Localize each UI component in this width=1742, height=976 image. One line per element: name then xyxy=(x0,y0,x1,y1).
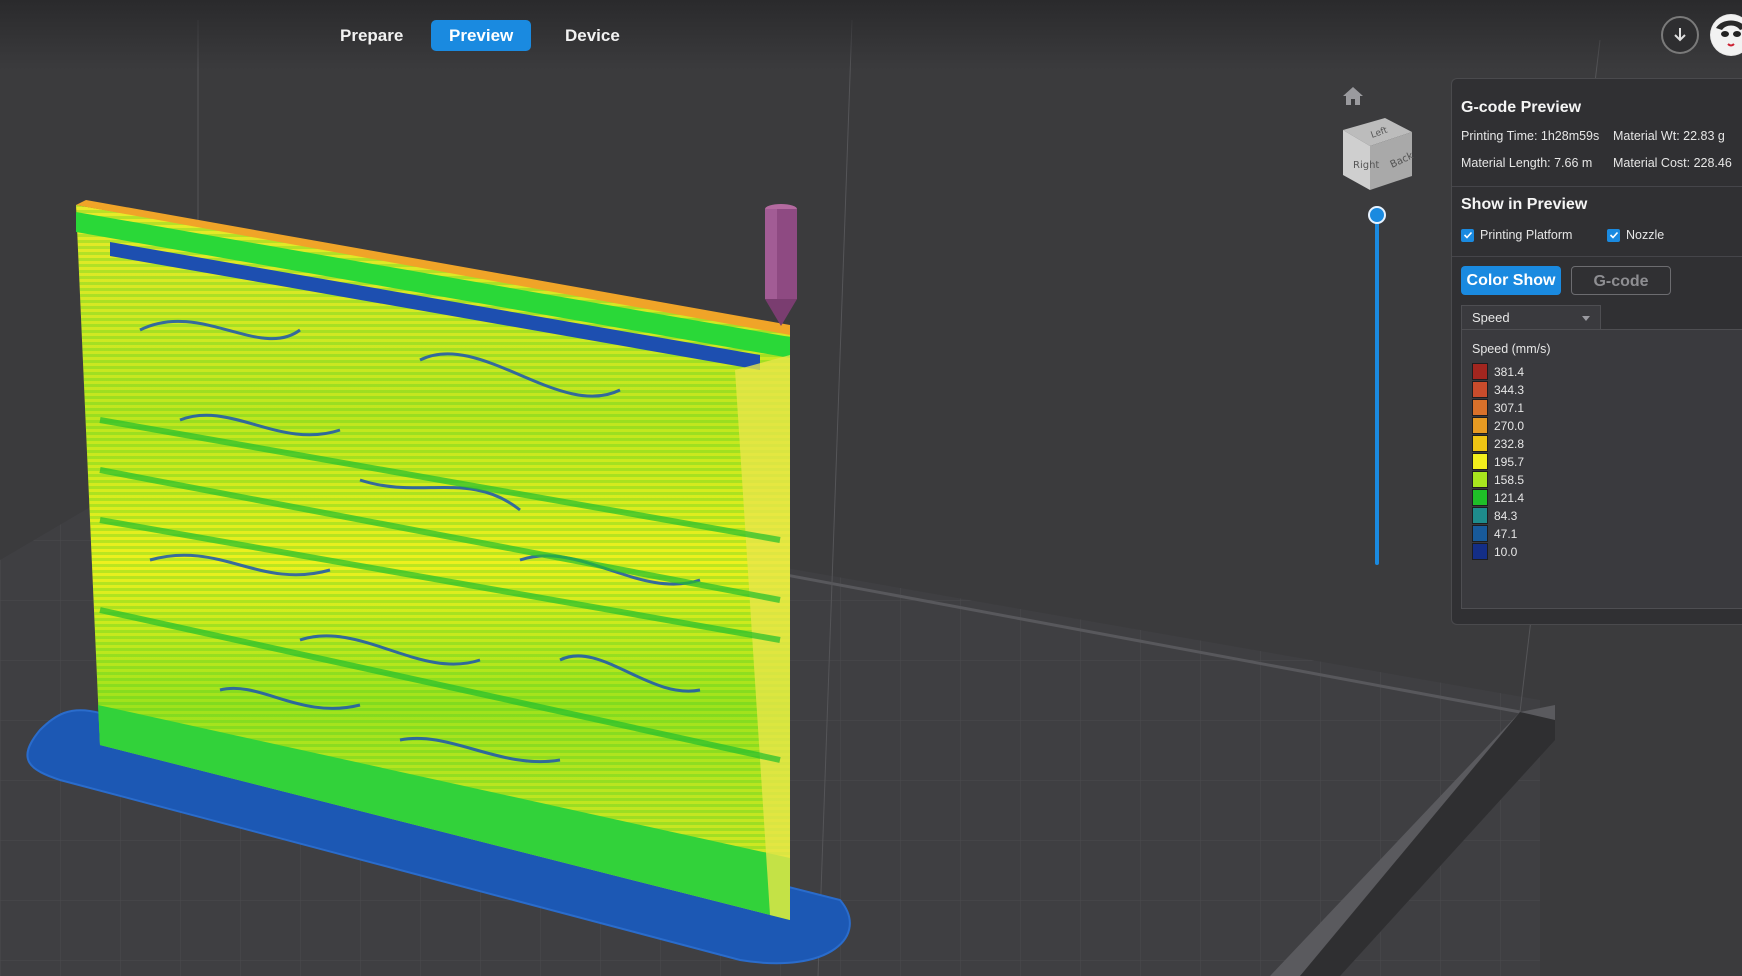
check-icon xyxy=(1607,228,1620,242)
view-cube-right[interactable]: Right xyxy=(1353,160,1379,171)
legend-item: 47.1 xyxy=(1472,525,1517,542)
legend-value: 232.8 xyxy=(1494,436,1525,451)
legend-item: 232.8 xyxy=(1472,435,1524,452)
legend-swatch xyxy=(1472,363,1488,380)
legend-value: 270.0 xyxy=(1494,418,1525,433)
printing-platform-checkbox[interactable]: Printing Platform xyxy=(1461,228,1572,242)
gcode-preview-title: G-code Preview xyxy=(1461,99,1582,116)
legend-item: 381.4 xyxy=(1472,363,1524,380)
show-in-preview-title: Show in Preview xyxy=(1461,196,1588,213)
color-show-button[interactable]: Color Show xyxy=(1461,266,1561,295)
divider xyxy=(1452,256,1742,257)
divider xyxy=(1452,186,1742,187)
legend-swatch xyxy=(1472,453,1488,470)
legend-swatch xyxy=(1472,399,1488,416)
legend-item: 270.0 xyxy=(1472,417,1524,434)
legend-item: 158.5 xyxy=(1472,471,1524,488)
printing-time: Printing Time: 1h28m59s xyxy=(1461,129,1600,143)
legend-value: 307.1 xyxy=(1494,400,1525,415)
legend-value: 381.4 xyxy=(1494,364,1525,379)
legend-swatch xyxy=(1472,417,1488,434)
gcode-preview-panel: G-code Preview Printing Time: 1h28m59s M… xyxy=(1451,78,1742,625)
tab-prepare[interactable]: Prepare xyxy=(322,20,421,51)
tab-device[interactable]: Device xyxy=(547,20,638,51)
legend-swatch xyxy=(1472,525,1488,542)
legend-value: 158.5 xyxy=(1494,472,1525,487)
printing-platform-label: Printing Platform xyxy=(1480,228,1573,242)
legend-swatch xyxy=(1472,507,1488,524)
material-length: Material Length: 7.66 m xyxy=(1461,156,1593,170)
legend-value: 195.7 xyxy=(1494,454,1525,469)
legend-item: 121.4 xyxy=(1472,489,1524,506)
view-cube[interactable]: Right Back Left xyxy=(1343,118,1415,190)
legend-swatch xyxy=(1472,471,1488,488)
legend-item: 195.7 xyxy=(1472,453,1524,470)
legend-item: 344.3 xyxy=(1472,381,1524,398)
material-cost: Material Cost: 228.46 xyxy=(1613,156,1732,170)
gcode-button[interactable]: G-code xyxy=(1571,266,1671,295)
nozzle-label: Nozzle xyxy=(1626,228,1665,242)
legend-item: 307.1 xyxy=(1472,399,1524,416)
legend-item: 84.3 xyxy=(1472,507,1517,524)
chevron-down-icon xyxy=(1582,316,1590,321)
tab-preview[interactable]: Preview xyxy=(431,20,532,51)
legend-swatch xyxy=(1472,381,1488,398)
color-mode-selected: Speed xyxy=(1472,310,1510,325)
legend-value: 121.4 xyxy=(1494,490,1525,505)
check-icon xyxy=(1461,228,1474,242)
nozzle xyxy=(765,204,797,326)
legend-value: 84.3 xyxy=(1494,508,1518,523)
legend-item: 10.0 xyxy=(1472,543,1517,560)
color-mode-dropdown[interactable]: Speed xyxy=(1461,305,1601,329)
legend-swatch xyxy=(1472,435,1488,452)
layer-slider-handle[interactable] xyxy=(1368,206,1386,224)
legend-swatch xyxy=(1472,489,1488,506)
legend-value: 47.1 xyxy=(1494,526,1518,541)
material-weight: Material Wt: 22.83 g xyxy=(1613,129,1725,143)
legend-swatch xyxy=(1472,543,1488,560)
speed-legend: Speed (mm/s) 381.4 344.3 307.1 270.0 232.8 19… xyxy=(1461,329,1742,609)
legend-value: 10.0 xyxy=(1494,544,1518,559)
home-icon[interactable] xyxy=(1342,86,1364,106)
nozzle-checkbox[interactable]: Nozzle xyxy=(1607,228,1664,242)
download-button[interactable] xyxy=(1661,16,1699,54)
download-icon xyxy=(1674,28,1686,42)
legend-title: Speed (mm/s) xyxy=(1472,342,1551,356)
top-bar xyxy=(0,0,1742,70)
layer-slider-track[interactable] xyxy=(1375,215,1379,565)
legend-value: 344.3 xyxy=(1494,382,1525,397)
